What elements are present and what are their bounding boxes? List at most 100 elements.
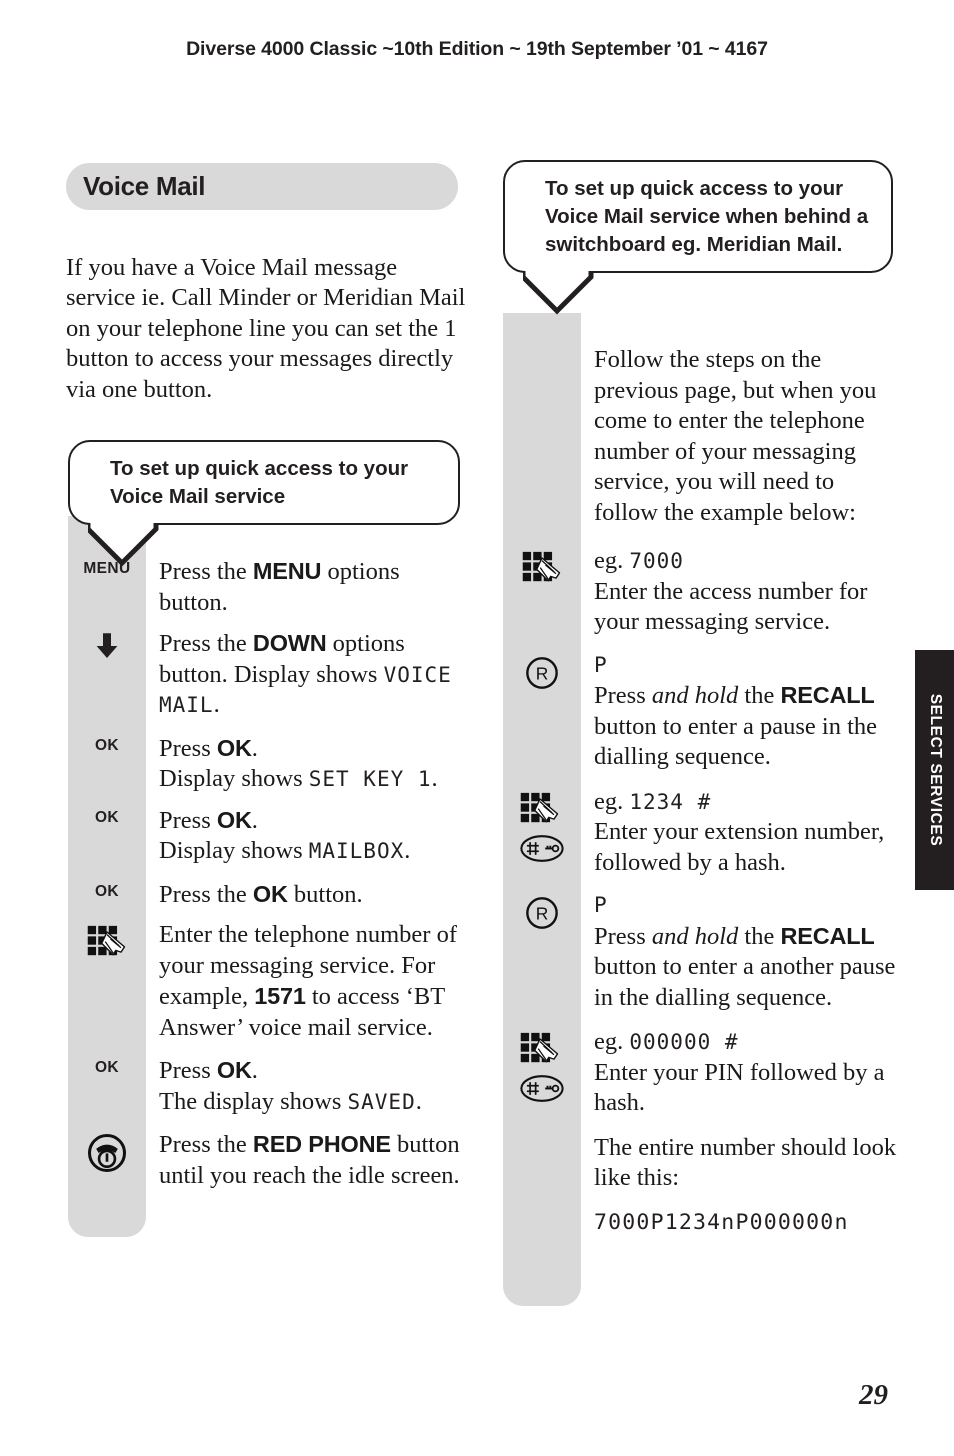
step-text: button to enter a another pause in the d… [594,953,896,1011]
step-gutter: OK [68,805,146,827]
step-gutter [503,1208,581,1212]
example-display-value: 000000 # [629,1030,739,1054]
step-text: Press [159,734,217,762]
svg-text:R: R [536,904,549,924]
svg-text:R: R [536,663,549,683]
right-steps-list: Follow the steps on the previous page, b… [503,345,903,1250]
example-display-value: P [594,652,608,677]
right-callout-bubble: To set up quick access to your Voice Mai… [503,160,893,315]
instruction-step: OK Press OK. The display shows SAVED. [68,1055,468,1117]
step-text: . [431,765,438,792]
step-text: Press [594,682,652,709]
step-text: . [415,1087,422,1115]
step-gutter: R [503,650,581,692]
instruction-step: OK Press the OK button. [68,879,468,911]
emphasis-button-name: OK [216,734,252,761]
step-icon-group [519,1031,565,1103]
step-body: eg. 7000 Enter the access number for your… [581,546,903,638]
instruction-step: Enter the telephone number of your messa… [68,920,468,1043]
emphasis-button-name: RECALL [780,922,875,949]
example-line: P [594,650,903,681]
emphasis-button-name: OK [216,1057,252,1083]
step-body: Press OK. Display shows SET KEY 1. [146,733,468,795]
step-icon-group: OK [95,883,119,901]
step-icon-group [87,1133,127,1173]
emphasis-italic: and hold [651,922,739,950]
emphasis-button-name: OK [216,806,252,833]
step-icon-group: OK [95,737,119,755]
step-icon-group: R [523,654,561,692]
section-thumb-tab: SELECT SERVICES [915,650,954,890]
step-body: Enter the telephone number of your messa… [146,920,468,1043]
step-icon-group [519,791,565,863]
instruction-step: Press the RED PHONE button until you rea… [68,1129,468,1191]
recall-button-icon: R [526,897,558,929]
step-icon-group: OK [95,809,119,827]
step-text: Press [159,806,217,834]
ok-key-label[interactable]: OK [95,1059,119,1077]
example-display-value: P [594,893,608,917]
running-header: Diverse 4000 Classic ~10th Edition ~ 19t… [186,38,768,60]
step-body: eg. 000000 # Enter your PIN followed by a… [581,1027,903,1119]
section-intro-paragraph: If you have a Voice Mail message service… [66,253,466,403]
ok-key-label[interactable]: OK [95,737,119,755]
example-line: P [594,890,903,921]
section-heading-pill: Voice Mail [66,163,458,210]
callout-tail-icon [88,523,159,567]
red-phone-icon [88,1134,126,1172]
step-text: Display shows [159,837,309,864]
step-gutter [68,920,146,961]
display-readout-text: SET KEY 1 [308,767,432,791]
instruction-step: Follow the steps on the previous page, b… [503,345,903,528]
instruction-step: R P Press and hold the RECALL button to e… [503,650,903,773]
step-text: . [251,1057,258,1084]
keypad-icon [520,1032,559,1063]
step-icon-group [86,924,128,961]
step-text: Enter the access number for your messagi… [594,577,868,636]
step-text: Display shows [159,765,309,792]
keypad-icon [522,551,561,582]
hash-key-icon [520,834,564,862]
step-icon-group: R [523,894,561,932]
example-line: eg. 7000 [594,546,903,577]
step-text: . [251,806,258,834]
example-line: eg. 1234 # [594,787,903,818]
ok-key-label[interactable]: OK [95,809,119,827]
emphasis-italic: and hold [651,682,739,709]
step-gutter: OK [68,1055,146,1077]
step-body: Press the OK button. [146,879,468,911]
step-icon-group: OK [95,1059,119,1077]
emphasis-button-name: OK [252,880,288,907]
step-text: . [251,734,258,762]
step-text: Press [594,922,652,950]
step-text: the [738,682,781,709]
instruction-step: eg. 1234 # Enter your extension number, f… [503,787,903,879]
step-gutter [503,546,581,587]
example-prefix: eg. [594,547,630,574]
instruction-step: The entire number should look like this: [503,1133,903,1194]
step-gutter: R [503,890,581,932]
step-icon-group [521,550,563,587]
example-prefix: eg. [594,1028,630,1055]
step-gutter [503,787,581,863]
full-dial-string: 7000P1234nP000000n [594,1209,849,1235]
emphasis-button-name: 1571 [254,983,306,1009]
ok-key-label[interactable]: OK [95,883,119,901]
instruction-step: eg. 000000 # Enter your PIN followed by a… [503,1027,903,1119]
step-text: Press the [159,1131,253,1158]
step-body: Press the RED PHONE button until you rea… [146,1129,468,1191]
instruction-step: R P Press and hold the RECALL button to e… [503,890,903,1013]
left-steps-list: MENU Press the MENU options button. Press … [68,556,468,1203]
step-text: Enter your extension number, followed by… [594,818,885,876]
step-gutter [68,1129,146,1173]
left-callout-text: To set up quick access to your Voice Mai… [68,440,460,525]
page-number: 29 [859,1379,888,1411]
step-body: P Press and hold the RECALL button to ent… [581,890,903,1013]
step-text: button to enter a pause in the dialling … [594,712,878,771]
emphasis-button-name: DOWN [252,630,327,656]
page-title: Voice Mail [83,171,206,201]
step-text: Press the [159,880,253,908]
keypad-icon [87,925,126,956]
step-gutter [68,628,146,660]
step-text: button. [287,880,363,908]
